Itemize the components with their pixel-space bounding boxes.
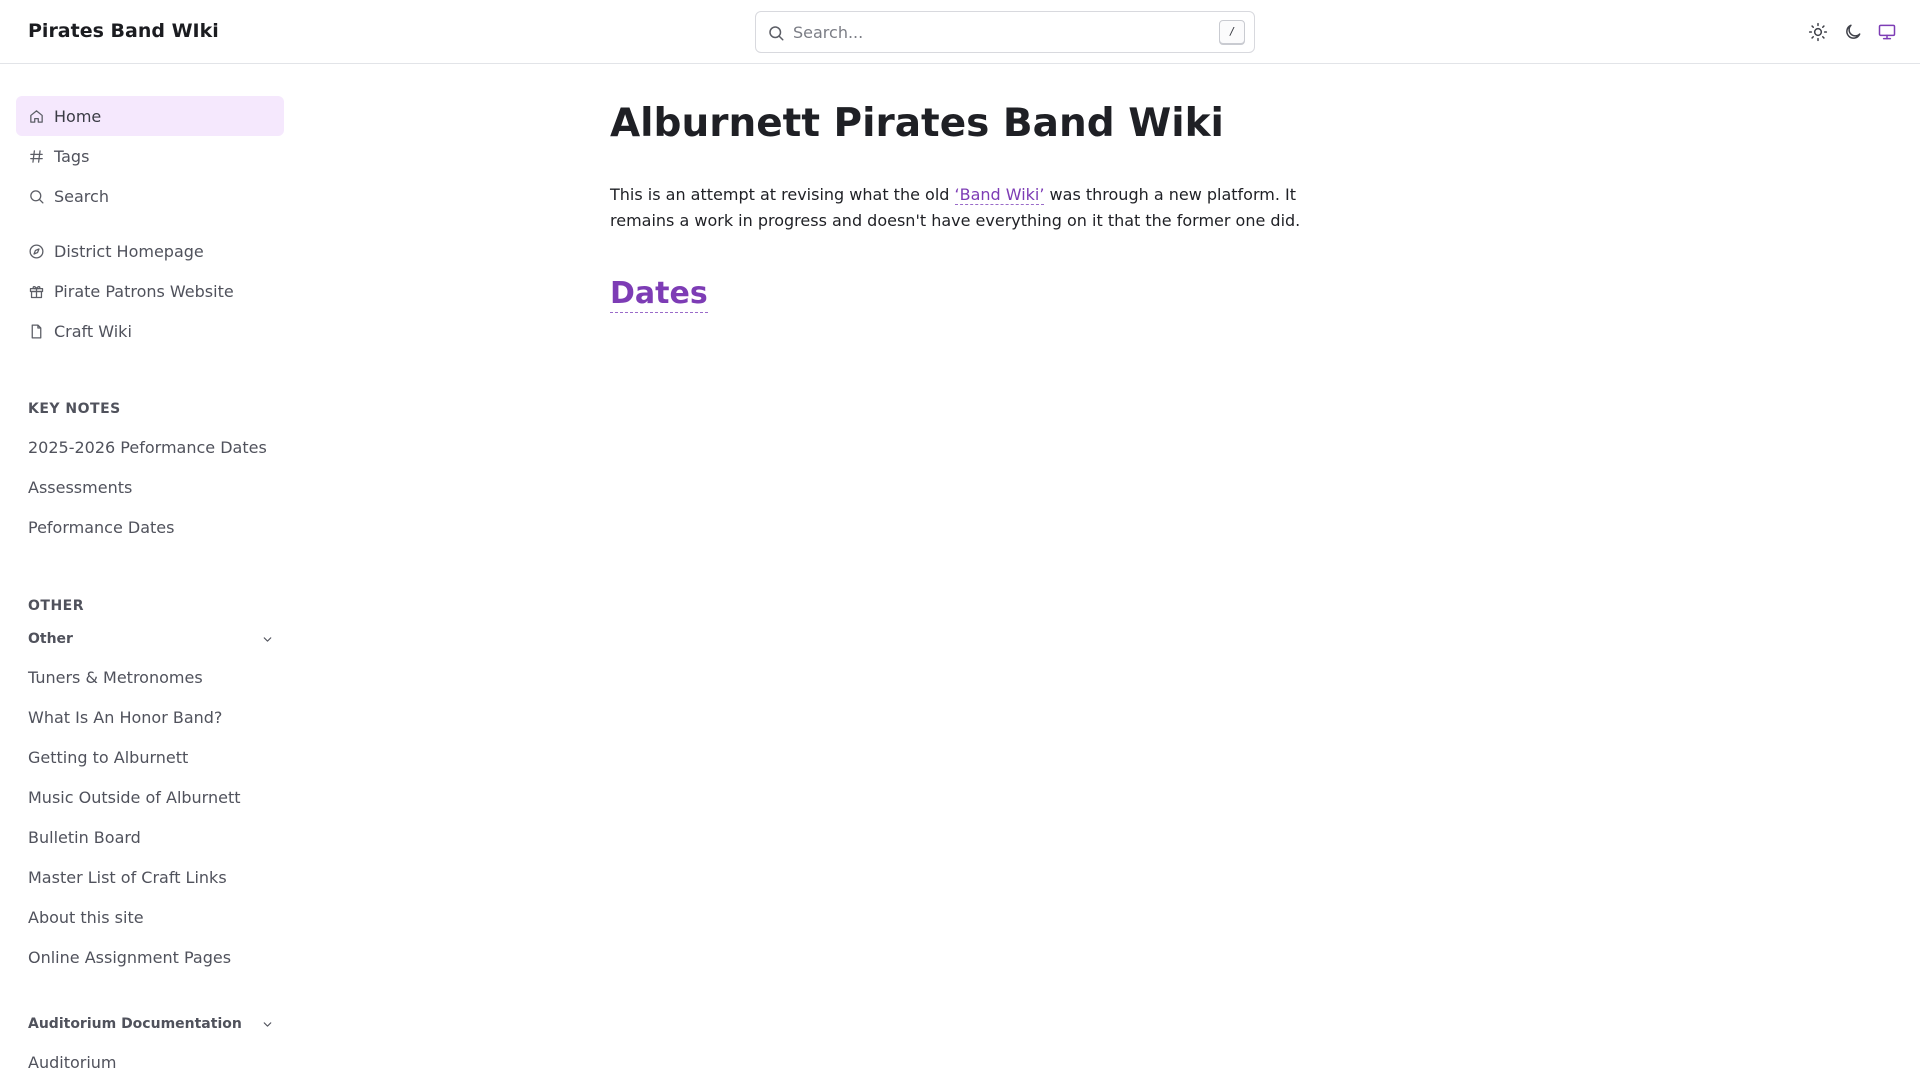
sidebar-link-auditorium[interactable]: Auditorium [28,1053,117,1072]
site-title[interactable]: Pirates Band WIki [28,20,219,42]
hash-icon [30,149,43,163]
page-title: Alburnett Pirates Band Wiki [610,101,1224,146]
group-label: Auditorium Documentation [28,1016,242,1032]
chevron-down-icon [263,1021,272,1027]
sidebar-link-music-outside[interactable]: Music Outside of Alburnett [28,788,241,807]
search-shortcut-key: / [1219,20,1245,44]
key-notes-heading: KEY NOTES [28,401,121,417]
sidebar-link-performance-dates[interactable]: Peformance Dates [28,518,174,537]
group-label: Other [28,631,73,647]
sidebar-item-label: Home [54,106,102,126]
file-icon [31,323,42,339]
sidebar-item-label: Pirate Patrons Website [54,281,234,301]
top-header: Pirates Band WIki Search... / [0,0,1920,64]
sidebar-link-honor-band[interactable]: What Is An Honor Band? [28,708,222,727]
other-group-toggle[interactable]: Other [28,631,274,647]
sidebar-item-district-homepage[interactable]: District Homepage [16,231,284,271]
search-icon [769,26,784,41]
sidebar: Home Tags Search District Homepage Pirat… [0,64,300,1080]
moon-icon[interactable] [1843,22,1863,42]
sidebar-link-tuners[interactable]: Tuners & Metronomes [28,668,203,687]
sidebar-link-bulletin-board[interactable]: Bulletin Board [28,828,141,847]
search-icon [30,189,44,204]
chevron-down-icon [263,636,272,642]
search-input[interactable]: Search... / [755,11,1255,53]
sidebar-item-label: Tags [54,146,90,166]
sun-icon[interactable] [1808,22,1828,42]
sidebar-item-label: Craft Wiki [54,321,132,341]
sidebar-item-label: District Homepage [54,241,204,261]
gift-icon [29,285,44,298]
sidebar-link-online-assignments[interactable]: Online Assignment Pages [28,948,231,967]
sidebar-link-craft-links[interactable]: Master List of Craft Links [28,868,227,887]
sidebar-item-search[interactable]: Search [16,176,284,216]
sidebar-link-2025-2026-dates[interactable]: 2025-2026 Peformance Dates [28,438,267,457]
auditorium-group-toggle[interactable]: Auditorium Documentation [28,1016,274,1032]
sidebar-item-craft-wiki[interactable]: Craft Wiki [16,311,284,351]
intro-text: This is an attempt at revising what the … [610,185,955,204]
band-wiki-link[interactable]: ‘Band Wiki’ [954,185,1045,205]
sidebar-item-pirate-patrons[interactable]: Pirate Patrons Website [16,271,284,311]
sidebar-link-assessments[interactable]: Assessments [28,478,132,497]
sidebar-link-about[interactable]: About this site [28,908,144,927]
other-section-heading: OTHER [28,598,85,614]
sidebar-link-getting-to-alburnett[interactable]: Getting to Alburnett [28,748,188,767]
sidebar-item-home[interactable]: Home [16,96,284,136]
intro-paragraph: This is an attempt at revising what the … [610,182,1330,234]
sidebar-item-label: Search [54,186,109,206]
monitor-icon[interactable] [1877,22,1897,42]
home-icon [30,109,43,123]
compass-icon [29,243,44,259]
sidebar-item-tags[interactable]: Tags [16,136,284,176]
dates-link[interactable]: Dates [610,276,708,313]
search-placeholder: Search... [793,23,864,42]
